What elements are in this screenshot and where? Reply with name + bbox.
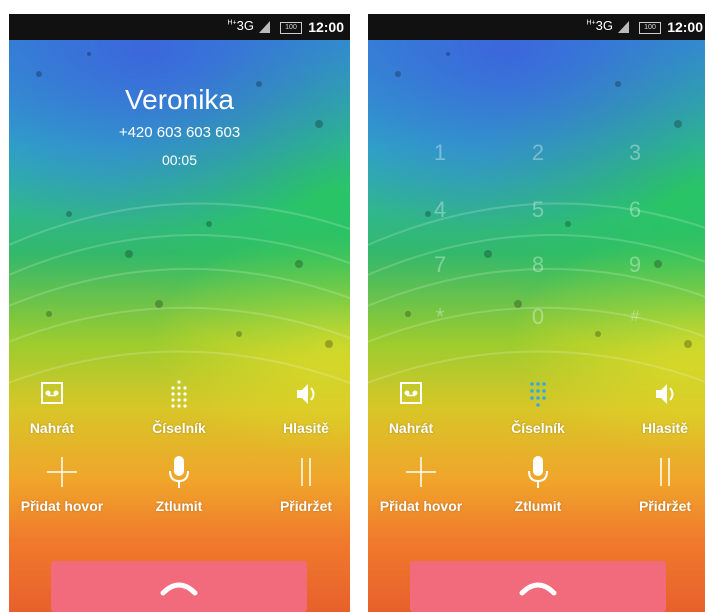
- voicemail-icon: [400, 382, 422, 404]
- mute-button[interactable]: Ztlumit: [483, 452, 593, 524]
- mute-button[interactable]: Ztlumit: [124, 452, 234, 524]
- in-call-screen: H+3G 100 12:00 Veronika +420 603 603 603…: [9, 14, 350, 612]
- signal-icon: [259, 21, 270, 33]
- hold-label: Přidržet: [638, 498, 692, 514]
- record-button[interactable]: Nahrát: [368, 374, 466, 446]
- signal-icon: [618, 21, 629, 33]
- speaker-button[interactable]: Hlasitě: [251, 374, 350, 446]
- dialpad-icon: [171, 380, 187, 408]
- battery-icon: 100: [280, 22, 302, 34]
- dial-key-6[interactable]: 6: [615, 197, 655, 223]
- status-bar: H+3G 100 12:00: [9, 14, 350, 40]
- dial-key-4[interactable]: 4: [420, 197, 460, 223]
- network-indicator: H+3G: [227, 18, 255, 33]
- dial-key-7[interactable]: 7: [420, 252, 460, 278]
- dial-key-2[interactable]: 2: [518, 140, 558, 166]
- dial-key-5[interactable]: 5: [518, 197, 558, 223]
- dial-key-9[interactable]: 9: [615, 252, 655, 278]
- mute-label: Ztlumit: [514, 498, 562, 514]
- dial-key-star[interactable]: *: [420, 304, 460, 330]
- microphone-icon: [169, 456, 189, 488]
- caller-number: +420 603 603 603: [118, 124, 241, 141]
- speaker-label: Hlasitě: [642, 420, 688, 436]
- dial-key-3[interactable]: 3: [615, 140, 655, 166]
- keypad-label: Číselník: [511, 420, 565, 436]
- record-label: Nahrát: [29, 420, 75, 436]
- dialpad-icon: [530, 382, 546, 407]
- end-call-button[interactable]: [51, 561, 307, 612]
- record-button[interactable]: Nahrát: [9, 374, 107, 446]
- battery-icon: 100: [639, 22, 661, 34]
- end-call-button[interactable]: [410, 561, 666, 612]
- hold-button[interactable]: Přidržet: [251, 452, 350, 524]
- pause-icon: [660, 458, 670, 486]
- call-duration: 00:05: [161, 152, 198, 168]
- speaker-icon: [297, 384, 315, 404]
- clock: 12:00: [308, 19, 344, 35]
- add-call-label: Přidat hovor: [379, 498, 463, 514]
- mute-label: Ztlumit: [155, 498, 203, 514]
- caller-name: Veronika: [125, 84, 234, 115]
- clock: 12:00: [667, 19, 703, 35]
- phone-hangup-icon: [160, 582, 198, 596]
- speaker-label: Hlasitě: [283, 420, 329, 436]
- phone-hangup-icon: [519, 582, 557, 596]
- hold-label: Přidržet: [279, 498, 333, 514]
- keypad-label: Číselník: [152, 420, 206, 436]
- add-call-label: Přidat hovor: [20, 498, 104, 514]
- dial-key-1[interactable]: 1: [420, 140, 460, 166]
- dial-key-8[interactable]: 8: [518, 252, 558, 278]
- in-call-keypad-screen: H+3G 100 12:00 1 2 3 4 5 6 7 8 9 * 0 # N…: [368, 14, 705, 612]
- network-indicator: H+3G: [586, 18, 614, 33]
- speaker-icon: [656, 384, 674, 404]
- record-label: Nahrát: [388, 420, 434, 436]
- keypad-button-active[interactable]: Číselník: [483, 374, 593, 446]
- pause-icon: [301, 458, 311, 486]
- keypad-button[interactable]: Číselník: [124, 374, 234, 446]
- voicemail-icon: [41, 382, 63, 404]
- add-call-button[interactable]: Přidat hovor: [9, 452, 117, 524]
- microphone-icon: [528, 456, 548, 488]
- dial-key-0[interactable]: 0: [518, 304, 558, 330]
- hold-button[interactable]: Přidržet: [610, 452, 705, 524]
- speaker-button[interactable]: Hlasitě: [610, 374, 705, 446]
- add-call-button[interactable]: Přidat hovor: [368, 452, 476, 524]
- status-bar: H+3G 100 12:00: [368, 14, 705, 40]
- plus-icon: [406, 457, 436, 487]
- plus-icon: [47, 457, 77, 487]
- dial-key-hash[interactable]: #: [615, 308, 655, 326]
